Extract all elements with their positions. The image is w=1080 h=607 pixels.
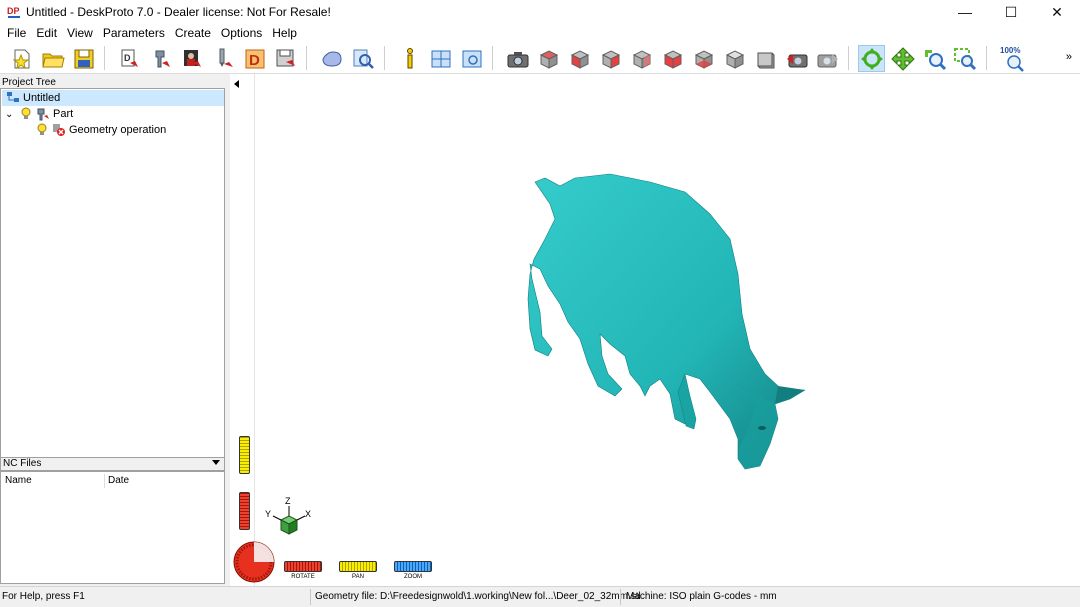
save-nc-icon[interactable] [272,45,299,72]
svg-text:100%: 100% [1000,46,1020,55]
tree-item-part-label: Part [53,108,74,120]
new-project-icon[interactable] [8,45,35,72]
camera-icon[interactable] [504,45,531,72]
window-view-icon[interactable] [458,45,485,72]
drawing-icon[interactable]: D [241,45,268,72]
nc-files-title: NC Files [3,458,42,469]
svg-text:DP: DP [7,6,20,16]
menu-view[interactable]: View [62,24,98,42]
view-top-icon[interactable] [721,45,748,72]
window-title: Untitled - DeskProto 7.0 - Dealer licens… [26,5,331,19]
view-left-icon[interactable] [659,45,686,72]
tree-item-part[interactable]: ⌄ Part [5,106,73,122]
maximize-button[interactable]: ☐ [988,0,1034,24]
pan-dial-label: PAN [352,574,364,580]
menu-bar: File Edit View Parameters Create Options… [0,24,1080,42]
collapse-panel-icon[interactable] [234,80,239,88]
status-geometry-file: Geometry file: D:\Freedesignwold\1.worki… [315,591,641,602]
menu-parameters[interactable]: Parameters [98,24,170,42]
menu-help[interactable]: Help [267,24,302,42]
multi-view-icon[interactable] [427,45,454,72]
rotate-dial-label: ROTATE [291,574,315,580]
close-button[interactable]: ✕ [1034,0,1080,24]
app-logo-icon: DP [6,4,22,20]
geometry-operation-error-icon [52,123,66,137]
tree-item-geometry-operation-label: Geometry operation [69,124,167,136]
view-iso-icon[interactable] [535,45,562,72]
view-bottom-icon[interactable] [690,45,717,72]
pan-vertical-dial[interactable] [239,436,250,474]
menu-edit[interactable]: Edit [31,24,62,42]
status-machine: Machine: ISO plain G-codes - mm [626,591,777,602]
previous-view-icon[interactable] [783,45,810,72]
menu-options[interactable]: Options [216,24,267,42]
part-icon [36,107,50,121]
simulation-icon[interactable] [318,45,345,72]
viewport-left-strip [230,74,255,586]
toolbar-overflow-button[interactable]: » [1066,51,1072,63]
axis-z-label: Z [285,496,291,506]
collapse-chevron-icon[interactable]: ⌄ [5,109,19,120]
left-panel: Project Tree Untitled ⌄ Part Geometry op… [0,74,228,586]
nc-files-dropdown-icon[interactable] [212,460,220,465]
status-bar: For Help, press F1 Geometry file: D:\Fre… [0,586,1080,607]
nc-column-date[interactable]: Date [108,475,129,489]
part-icon[interactable] [148,45,175,72]
load-geometry-icon[interactable]: D [116,45,143,72]
axis-y-label: Y [265,509,272,519]
deer-model[interactable] [230,74,1080,586]
minimize-button[interactable]: — [942,0,988,24]
pan-horizontal-dial[interactable] [339,561,377,572]
tool-icon[interactable] [210,45,237,72]
tree-item-geometry-operation[interactable]: Geometry operation [35,122,166,138]
title-bar: DP Untitled - DeskProto 7.0 - Dealer lic… [0,0,1080,24]
view-cube-icon[interactable] [752,45,779,72]
view-back-icon[interactable] [628,45,655,72]
preview-icon[interactable] [349,45,376,72]
nc-column-name[interactable]: Name [5,475,32,489]
tree-item-project[interactable]: Untitled [2,90,224,106]
save-icon[interactable] [70,45,97,72]
view-front-icon[interactable] [566,45,593,72]
pan-mode-icon[interactable] [889,45,916,72]
zoom-mode-icon[interactable] [920,45,947,72]
nc-files-list: Name Date [0,471,225,584]
zoom-window-icon[interactable] [951,45,978,72]
main-toolbar: D D 100% » [0,42,1080,74]
menu-create[interactable]: Create [170,24,216,42]
rotate-mode-icon[interactable] [858,45,885,72]
zoom-dial-label: ZOOM [404,574,422,580]
rotate-horizontal-dial[interactable] [284,561,322,572]
visibility-bulb-icon[interactable] [19,107,33,121]
rotate-vertical-dial[interactable] [239,492,250,530]
next-view-icon[interactable] [814,45,841,72]
axis-x-label: X [305,509,312,519]
open-folder-icon[interactable] [39,45,66,72]
info-icon[interactable] [396,45,423,72]
status-help-text: For Help, press F1 [2,591,85,602]
3d-viewport[interactable]: Z Y X ROTATE PAN ZOOM [230,74,1080,586]
zoom-horizontal-dial[interactable] [394,561,432,572]
zoom-100-icon[interactable]: 100% [998,45,1028,72]
svg-text:D: D [124,53,131,63]
bitmap-icon[interactable] [179,45,206,72]
project-icon [6,91,20,105]
nc-files-header[interactable]: NC Files [0,457,225,471]
menu-file[interactable]: File [2,24,31,42]
view-right-icon[interactable] [597,45,624,72]
tree-item-project-label: Untitled [23,92,61,104]
visibility-bulb-icon[interactable] [35,123,49,137]
svg-text:D: D [249,52,260,69]
